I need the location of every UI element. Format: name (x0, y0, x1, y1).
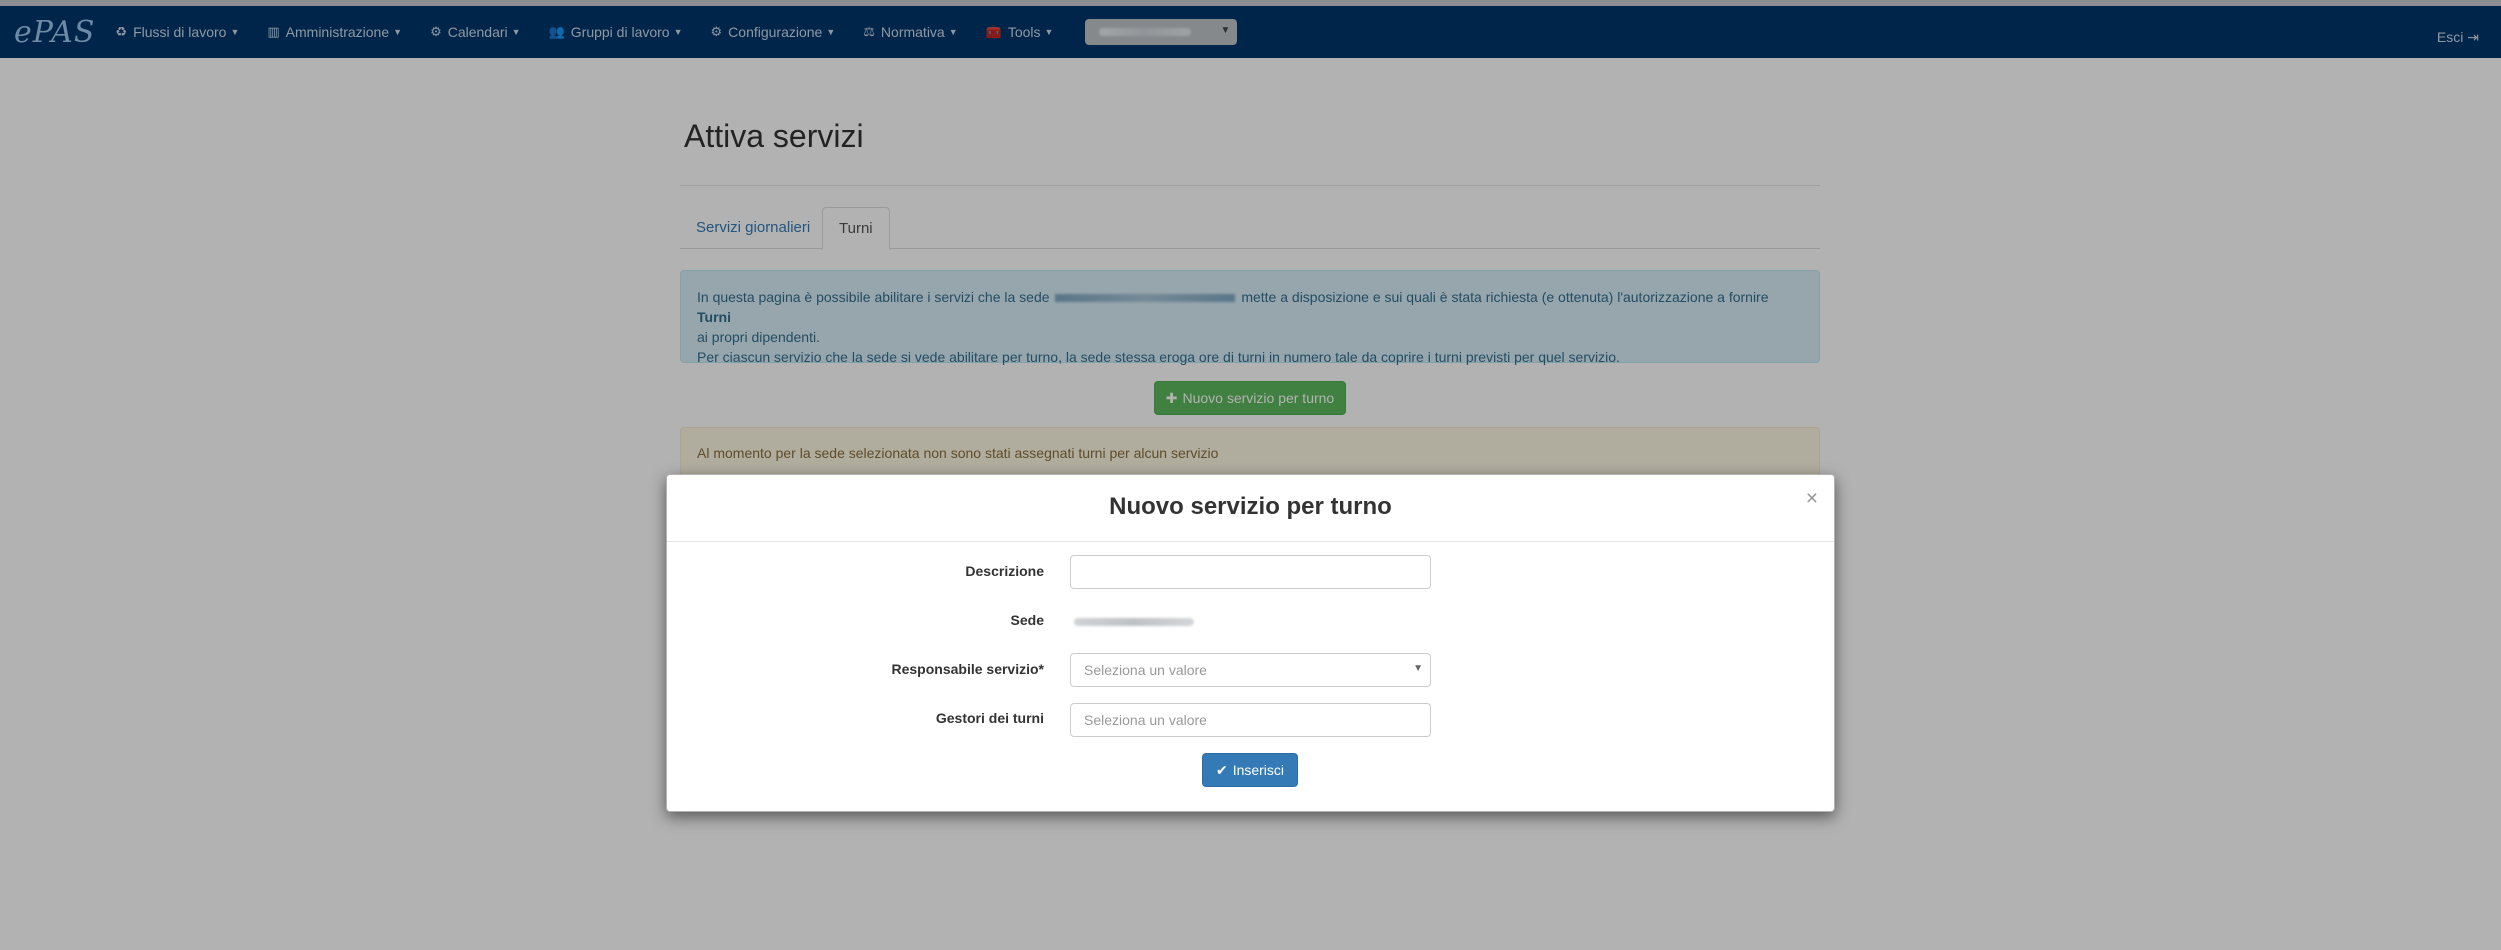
inserisci-button[interactable]: ✔ Inserisci (1202, 753, 1298, 787)
button-label: Inserisci (1232, 762, 1285, 778)
gestori-multiselect[interactable]: Seleziona un valore (1070, 703, 1431, 737)
responsabile-label: Responsabile servizio* (891, 661, 1044, 677)
check-icon: ✔ (1215, 761, 1228, 778)
sede-label: Sede (1010, 612, 1044, 628)
gestori-label: Gestori dei turni (935, 710, 1044, 726)
redacted-sede-value (1074, 618, 1194, 626)
descrizione-input[interactable] (1070, 555, 1431, 589)
close-icon[interactable]: × (1806, 487, 1818, 511)
new-service-modal: Nuovo servizio per turno × Descrizione S… (666, 474, 1835, 812)
dropdown-arrow-icon: ▼ (1413, 663, 1423, 674)
responsabile-select[interactable]: Seleziona un valore ▼ (1070, 653, 1431, 687)
gestori-placeholder: Seleziona un valore (1084, 712, 1207, 728)
responsabile-placeholder: Seleziona un valore (1084, 662, 1207, 678)
modal-title: Nuovo servizio per turno (1109, 493, 1392, 520)
descrizione-label: Descrizione (965, 563, 1044, 579)
modal-header: Nuovo servizio per turno × (667, 475, 1834, 542)
